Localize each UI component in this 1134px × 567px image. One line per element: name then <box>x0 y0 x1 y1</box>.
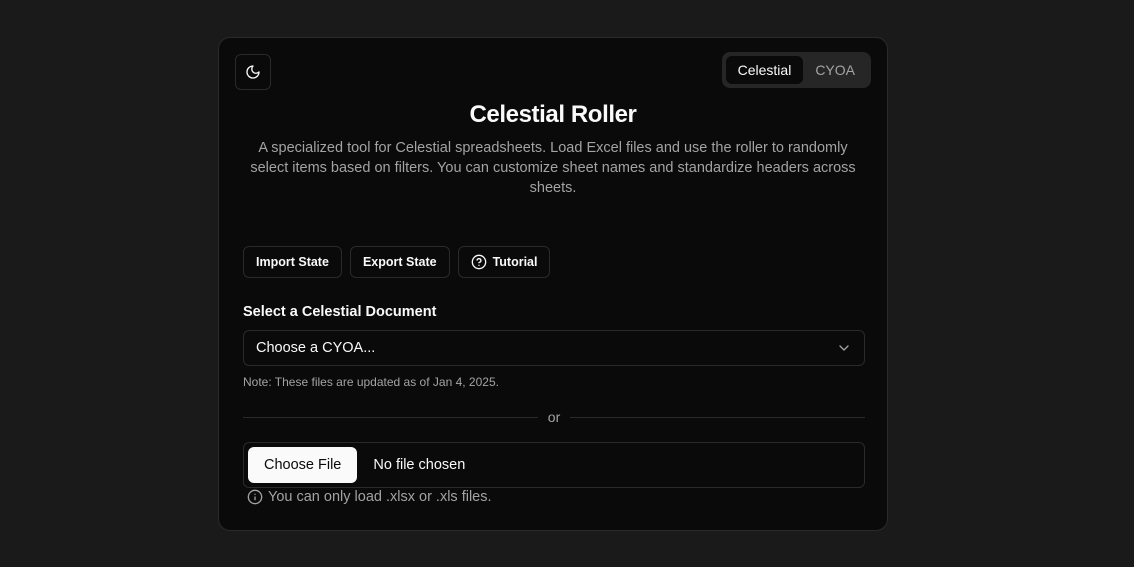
info-icon <box>247 489 263 505</box>
theme-toggle-button[interactable] <box>235 54 271 90</box>
divider-line-left <box>243 416 538 418</box>
mode-toggle: Celestial CYOA <box>721 52 871 88</box>
file-input[interactable]: Choose File No file chosen <box>243 442 865 488</box>
document-select-label: Select a Celestial Document <box>243 304 437 320</box>
divider-line-right <box>570 416 866 418</box>
document-select-value: Choose a CYOA... <box>256 340 376 356</box>
mode-option-celestial[interactable]: Celestial <box>725 56 804 84</box>
file-hint: You can only load .xlsx or .xls files. <box>247 489 492 505</box>
moon-icon <box>246 65 260 79</box>
export-state-label: Export State <box>362 255 437 269</box>
choose-file-button[interactable]: Choose File <box>248 447 358 483</box>
page-description: A specialized tool for Celestial spreads… <box>250 140 856 196</box>
export-state-button[interactable]: Export State <box>349 246 450 278</box>
help-circle-icon <box>471 254 486 270</box>
file-status: No file chosen <box>373 457 466 473</box>
action-bar: Import State Export State Tutorial <box>243 246 551 278</box>
divider-text: or <box>547 409 561 425</box>
tutorial-label: Tutorial <box>492 255 538 269</box>
update-note: Note: These files are updated as of Jan … <box>243 375 499 389</box>
tutorial-button[interactable]: Tutorial <box>457 246 551 278</box>
page-title: Celestial Roller <box>469 101 637 128</box>
document-select[interactable]: Choose a CYOA... <box>243 330 865 366</box>
or-divider: or <box>243 407 866 427</box>
import-state-label: Import State <box>256 255 329 269</box>
main-card: Celestial CYOA Celestial Roller A specia… <box>218 37 888 531</box>
file-hint-text: You can only load .xlsx or .xls files. <box>268 489 492 505</box>
mode-option-cyoa[interactable]: CYOA <box>803 56 867 84</box>
import-state-button[interactable]: Import State <box>243 246 342 278</box>
chevron-down-icon <box>839 345 849 351</box>
